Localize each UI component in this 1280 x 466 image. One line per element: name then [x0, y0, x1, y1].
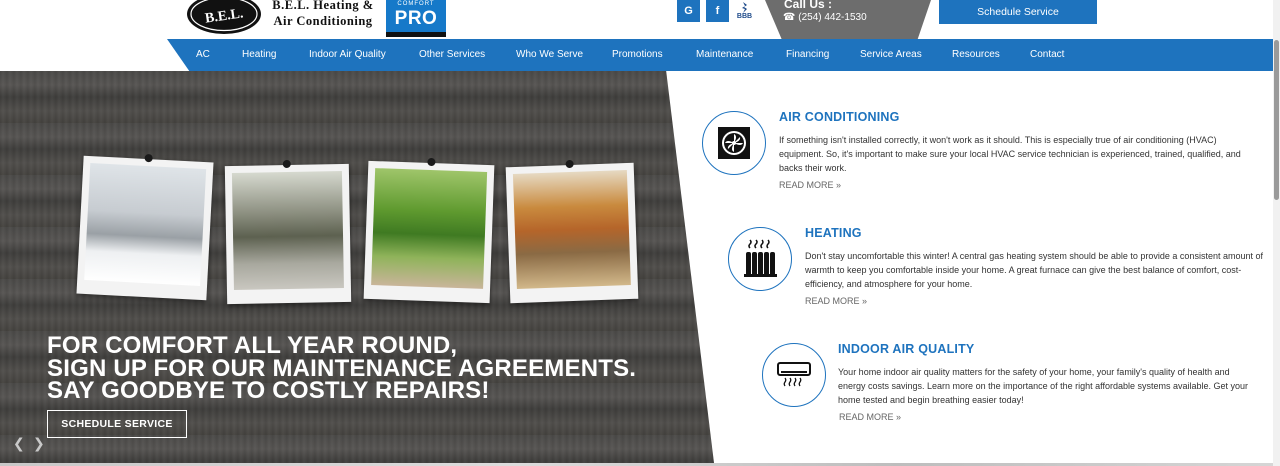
- hero-slider: FOR COMFORT ALL YEAR ROUND, SIGN UP FOR …: [0, 71, 714, 463]
- nav-other-services[interactable]: Other Services: [419, 39, 485, 71]
- schedule-service-button[interactable]: Schedule Service: [939, 0, 1097, 24]
- hero-schedule-service-button[interactable]: SCHEDULE SERVICE: [47, 410, 187, 438]
- comfort-pro-logo[interactable]: COMFORT PRO: [386, 0, 446, 37]
- nav-who-we-serve[interactable]: Who We Serve: [516, 39, 583, 71]
- pin-icon: [427, 157, 436, 167]
- read-more-air-conditioning[interactable]: READ MORE »: [779, 180, 841, 190]
- read-more-indoor-air-quality[interactable]: READ MORE »: [839, 412, 901, 422]
- service-desc-heating: Don't stay uncomfortable this winter! A …: [805, 251, 1263, 289]
- service-title-indoor-air-quality[interactable]: INDOOR AIR QUALITY: [838, 342, 974, 356]
- main-nav: AC Heating Indoor Air Quality Other Serv…: [167, 39, 1280, 71]
- bbb-text: BBB: [736, 13, 753, 20]
- hero-headline: FOR COMFORT ALL YEAR ROUND, SIGN UP FOR …: [47, 334, 636, 404]
- nav-resources[interactable]: Resources: [952, 39, 1000, 71]
- slider-next-icon[interactable]: ❯: [33, 435, 45, 452]
- service-desc-air-conditioning: If something isn't installed correctly, …: [779, 135, 1241, 173]
- nav-maintenance[interactable]: Maintenance: [696, 39, 753, 71]
- site-header: B.E.L. B.E.L. Heating & Air Conditioning…: [0, 0, 1280, 39]
- phone-number-link[interactable]: ☎ (254) 442-1530: [783, 12, 867, 23]
- service-title-air-conditioning[interactable]: AIR CONDITIONING: [779, 110, 900, 124]
- nav-ac[interactable]: AC: [196, 39, 210, 71]
- nav-heating[interactable]: Heating: [242, 39, 276, 71]
- hero-photo-spring: [224, 159, 352, 305]
- slider-prev-icon[interactable]: ❮: [13, 435, 25, 452]
- pin-icon: [282, 159, 291, 169]
- bbb-torch-shape: [741, 2, 747, 13]
- service-desc-indoor-air-quality: Your home indoor air quality matters for…: [838, 367, 1249, 405]
- phone-icon: ☎: [783, 12, 796, 23]
- bel-logo-badge[interactable]: B.E.L.: [186, 0, 266, 34]
- nav-promotions[interactable]: Promotions: [612, 39, 663, 71]
- hero-photo-summer: [363, 157, 495, 304]
- google-icon[interactable]: G: [677, 0, 700, 22]
- comfort-pro-word: PRO: [394, 8, 438, 29]
- bbb-icon[interactable]: BBB: [733, 0, 756, 22]
- hero-photo-winter: [76, 153, 214, 301]
- hero-headline-line-3: SAY GOODBYE TO COSTLY REPAIRS!: [47, 377, 490, 404]
- radiator-icon[interactable]: [728, 227, 792, 291]
- fan-unit-icon[interactable]: [702, 111, 766, 175]
- nav-indoor-air-quality[interactable]: Indoor Air Quality: [309, 39, 386, 71]
- wall-unit-icon[interactable]: [762, 343, 826, 407]
- page-scrollbar-thumb[interactable]: [1274, 40, 1279, 200]
- nav-contact[interactable]: Contact: [1030, 39, 1064, 71]
- hero-photo-autumn: [505, 159, 639, 304]
- read-more-heating[interactable]: READ MORE »: [805, 296, 867, 306]
- call-us-title: Call Us :: [784, 0, 833, 11]
- nav-financing[interactable]: Financing: [786, 39, 829, 71]
- facebook-icon[interactable]: f: [706, 0, 729, 22]
- service-title-heating[interactable]: HEATING: [805, 226, 862, 240]
- nav-service-areas[interactable]: Service Areas: [860, 39, 922, 71]
- pin-icon: [144, 153, 153, 163]
- bel-logo-name[interactable]: B.E.L. Heating & Air Conditioning: [268, 0, 378, 29]
- phone-number: (254) 442-1530: [798, 12, 867, 23]
- comfort-pro-top: COMFORT: [397, 1, 435, 7]
- pin-icon: [565, 159, 574, 169]
